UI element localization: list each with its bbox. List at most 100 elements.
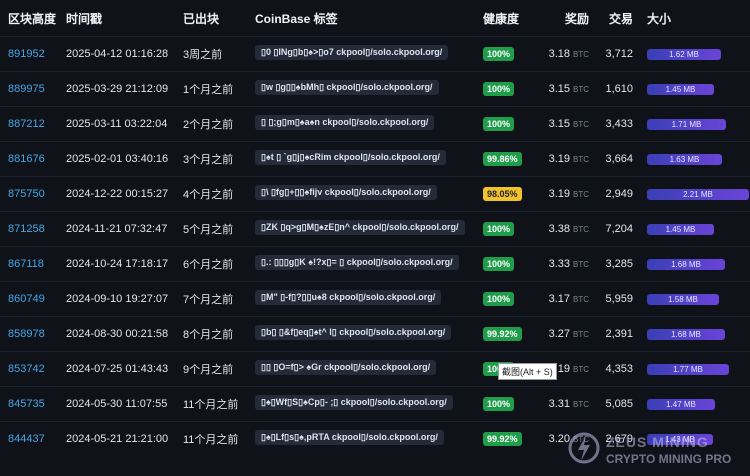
block-height-link[interactable]: 867118 (8, 258, 44, 270)
reward-value: 3.33 (548, 258, 570, 270)
btc-unit: BTC (573, 365, 589, 374)
size-bar: 1.62 MB (647, 48, 721, 60)
reward-value: 3.17 (548, 293, 570, 305)
health-badge: 100% (483, 82, 515, 96)
block-age: 4个月之前 (183, 189, 234, 201)
btc-unit: BTC (573, 85, 589, 94)
block-height-link[interactable]: 845735 (8, 398, 45, 410)
coinbase-tag: ▯ ▯;g▯m▯♠a♠n ckpool▯/solo.ckpool.org/ (255, 115, 435, 130)
block-height-link[interactable]: 858978 (8, 328, 45, 340)
col-header-time[interactable]: 时间戳 (58, 0, 175, 37)
reward-value: 3.20 (548, 433, 570, 445)
block-timestamp: 2025-04-12 01:16:28 (66, 48, 169, 60)
btc-unit: BTC (573, 225, 589, 234)
btc-unit: BTC (573, 295, 589, 304)
watermark-subtitle: CRYPTO MINING PRO (606, 452, 732, 466)
table-row[interactable]: 853742 2024-07-25 01:43:43 9个月之前 ▯▯ ▯O=f▯> … (0, 351, 750, 387)
size-bar: 2.21 MB (647, 188, 749, 200)
block-age: 3个月之前 (183, 154, 234, 166)
block-height-link[interactable]: 871258 (8, 223, 45, 235)
size-bar: 1.47 MB (647, 398, 715, 410)
health-badge: 100% (483, 397, 515, 411)
block-height-link[interactable]: 853742 (8, 363, 45, 375)
watermark-name: ZEUS MINING (606, 434, 709, 450)
size-bar: 1.45 MB (647, 83, 714, 95)
col-header-tx[interactable]: 交易 (595, 0, 639, 37)
col-header-age[interactable]: 已出块 (175, 0, 247, 37)
health-badge: 100% (483, 257, 515, 271)
screenshot-tooltip: 截图(Alt + S) (498, 363, 557, 380)
health-badge: 100% (483, 292, 515, 306)
health-badge: 100% (483, 47, 515, 61)
tx-count: 7,204 (605, 223, 633, 235)
reward-value: 3.19 (548, 153, 570, 165)
block-height-link[interactable]: 889975 (8, 83, 45, 95)
tx-count: 4,353 (605, 363, 633, 375)
tx-count: 2,949 (605, 188, 633, 200)
reward-value: 3.19 (548, 188, 570, 200)
block-age: 3周之前 (183, 49, 223, 61)
table-row[interactable]: 889975 2025-03-29 21:12:09 1个月之前 ▯w ▯g▯▯♠bM… (0, 71, 750, 107)
tx-count: 3,433 (605, 118, 633, 130)
block-height-link[interactable]: 881676 (8, 153, 45, 165)
table-row[interactable]: 845735 2024-05-30 11:07:55 11个月之前 ▯♠▯Wf▯S▯♠… (0, 386, 750, 422)
table-row[interactable]: 875750 2024-12-22 00:15:27 4个月之前 ▯\ ▯fg▯+▯▯… (0, 176, 750, 212)
tx-count: 1,610 (605, 83, 633, 95)
table-row[interactable]: 887212 2025-03-11 03:22:04 2个月之前 ▯ ▯;g▯m▯♠a… (0, 106, 750, 142)
reward-value: 3.38 (548, 223, 570, 235)
block-timestamp: 2024-10-24 17:18:17 (66, 258, 169, 270)
table-row[interactable]: 858978 2024-08-30 00:21:58 8个月之前 ▯b▯ ▯&f▯eq… (0, 316, 750, 352)
block-timestamp: 2024-05-21 21:21:00 (66, 433, 169, 445)
tx-count: 5,085 (605, 398, 633, 410)
block-timestamp: 2024-05-30 11:07:55 (66, 398, 168, 410)
col-header-reward[interactable]: 奖励 (535, 0, 595, 37)
tx-count: 2,391 (605, 328, 633, 340)
col-header-coinbase[interactable]: CoinBase 标签 (247, 0, 475, 37)
tx-count: 3,664 (605, 153, 633, 165)
health-badge: 98.05% (483, 187, 522, 201)
size-bar: 1.68 MB (647, 258, 725, 270)
block-height-link[interactable]: 860749 (8, 293, 45, 305)
block-timestamp: 2025-02-01 03:40:16 (66, 153, 169, 165)
tx-count: 3,285 (605, 258, 633, 270)
table-row[interactable]: 871258 2024-11-21 07:32:47 5个月之前 ▯ZK ▯q>g▯M… (0, 211, 750, 247)
reward-value: 3.27 (548, 328, 570, 340)
table-row[interactable]: 860749 2024-09-10 19:27:07 7个月之前 ▯M" ▯-f▯?▯… (0, 281, 750, 317)
btc-unit: BTC (573, 190, 589, 199)
col-header-health[interactable]: 健康度 (475, 0, 535, 37)
block-age: 11个月之前 (183, 434, 239, 446)
table-row[interactable]: 881676 2025-02-01 03:40:16 3个月之前 ▯♠t ▯ `g▯j… (0, 141, 750, 177)
block-height-link[interactable]: 887212 (8, 118, 45, 130)
size-bar: 1.77 MB (647, 363, 729, 375)
btc-unit: BTC (573, 400, 589, 409)
health-badge: 100% (483, 222, 515, 236)
coinbase-tag: ▯♠▯Lf▯s▯♠,pRTA ckpool▯/solo.ckpool.org/ (255, 430, 444, 445)
block-timestamp: 2025-03-11 03:22:04 (66, 118, 168, 130)
table-row[interactable]: 867118 2024-10-24 17:18:17 6个月之前 ▯.: ▯▯▯g▯K… (0, 246, 750, 282)
block-timestamp: 2024-12-22 00:15:27 (66, 188, 169, 200)
table-row[interactable]: 891952 2025-04-12 01:16:28 3周之前 ▯0 ▯INg▯b▯♠… (0, 36, 750, 72)
coinbase-tag: ▯▯ ▯O=f▯> ♠Gr ckpool▯/solo.ckpool.org/ (255, 360, 437, 375)
health-badge: 99.86% (483, 152, 522, 166)
coinbase-tag: ▯\ ▯fg▯+▯▯♠fijv ckpool▯/solo.ckpool.org/ (255, 185, 437, 200)
block-timestamp: 2024-11-21 07:32:47 (66, 223, 168, 235)
col-header-height[interactable]: 区块高度 (0, 0, 58, 37)
block-age: 2个月之前 (183, 119, 234, 131)
table-header: 区块高度 时间戳 已出块 CoinBase 标签 健康度 奖励 交易 大小 (0, 0, 750, 37)
coinbase-tag: ▯ZK ▯q>g▯M▯♠zE▯n^ ckpool▯/solo.ckpool.or… (255, 220, 465, 235)
block-age: 8个月之前 (183, 329, 234, 341)
block-age: 6个月之前 (183, 259, 234, 271)
block-timestamp: 2024-07-25 01:43:43 (66, 363, 169, 375)
block-height-link[interactable]: 891952 (8, 48, 45, 60)
btc-unit: BTC (573, 50, 589, 59)
coinbase-tag: ▯b▯ ▯&f▯eq▯♠t^ l▯ ckpool▯/solo.ckpool.or… (255, 325, 452, 340)
size-bar: 1.63 MB (647, 153, 722, 165)
col-header-size[interactable]: 大小 (639, 0, 750, 37)
health-badge: 99.92% (483, 432, 522, 446)
tx-count: 5,959 (605, 293, 633, 305)
btc-unit: BTC (573, 260, 589, 269)
block-height-link[interactable]: 875750 (8, 188, 45, 200)
block-age: 9个月之前 (183, 364, 234, 376)
block-height-link[interactable]: 844437 (8, 433, 45, 445)
health-badge: 99.92% (483, 327, 522, 341)
